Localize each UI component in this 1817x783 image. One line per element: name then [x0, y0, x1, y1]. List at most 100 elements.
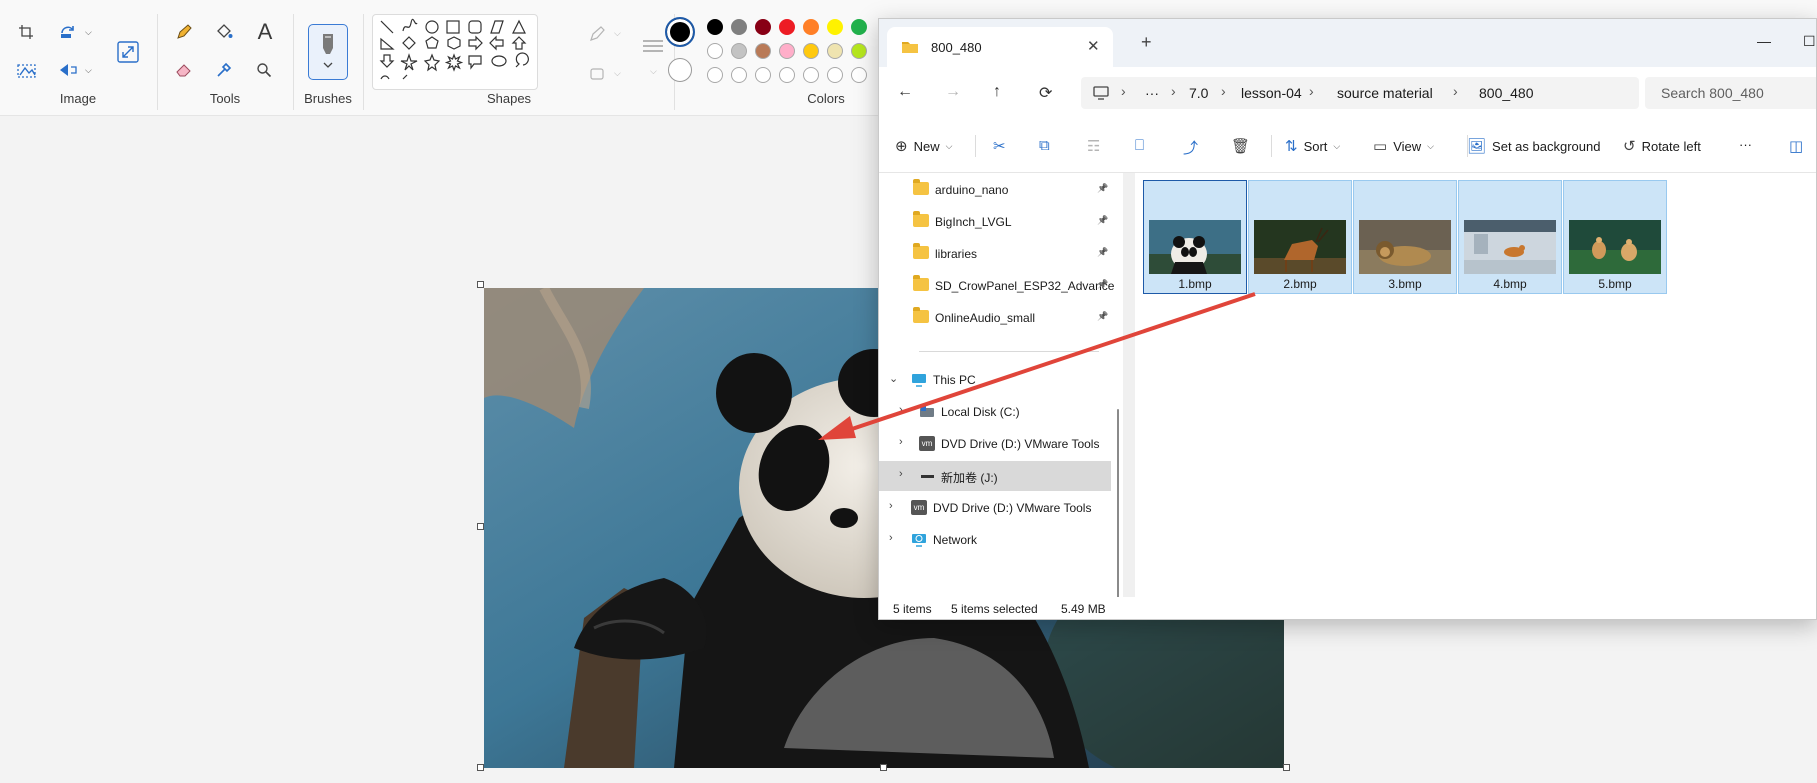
palette-color-swatch[interactable]	[851, 43, 867, 59]
shapes-gallery-icons[interactable]	[373, 15, 539, 91]
pin-icon[interactable]: 📌	[1097, 247, 1108, 258]
empty-color-swatch[interactable]	[779, 67, 795, 83]
palette-color-swatch[interactable]	[779, 43, 795, 59]
file-thumbnail[interactable]: 1.bmp	[1143, 180, 1247, 294]
pane-splitter[interactable]	[1123, 173, 1135, 597]
flip-icon[interactable]	[58, 60, 78, 80]
fill-dropdown-icon[interactable]: ⌵	[614, 68, 621, 79]
brushes-button[interactable]	[308, 24, 348, 80]
tree-item-dvd[interactable]: › vm DVD Drive (D:) VMware Tools	[879, 493, 1111, 523]
empty-color-swatch[interactable]	[851, 67, 867, 83]
rotate-left-button[interactable]: ↺ Rotate left	[1623, 137, 1701, 155]
resize-handle-bottom-left[interactable]	[477, 764, 484, 771]
back-icon[interactable]: ←	[897, 83, 913, 101]
search-input[interactable]: Search 800_480	[1645, 77, 1816, 109]
outline-dropdown-icon[interactable]: ⌵	[614, 28, 621, 39]
up-icon[interactable]: ↑	[993, 83, 1001, 101]
pin-icon[interactable]: 📌	[1097, 215, 1108, 226]
text-icon[interactable]: A	[254, 19, 276, 44]
magnifier-icon[interactable]	[254, 60, 274, 80]
address-bar[interactable]: › ··· › 7.0 › lesson-04 › source materia…	[1081, 77, 1639, 109]
view-button[interactable]: ▭ View ⌵	[1373, 137, 1434, 155]
palette-color-swatch[interactable]	[731, 19, 747, 35]
refresh-icon[interactable]: ⟳	[1039, 83, 1052, 103]
resize-icon[interactable]	[114, 38, 142, 66]
palette-color-swatch[interactable]	[803, 43, 819, 59]
file-thumbnail[interactable]: 3.bmp	[1353, 180, 1457, 294]
empty-color-swatch[interactable]	[803, 67, 819, 83]
palette-color-swatch[interactable]	[851, 19, 867, 35]
palette-color-swatch[interactable]	[707, 43, 723, 59]
palette-color-swatch[interactable]	[803, 19, 819, 35]
palette-color-swatch[interactable]	[827, 43, 843, 59]
delete-button[interactable]: 🗑	[1231, 137, 1250, 155]
fill-icon[interactable]	[214, 22, 234, 42]
palette-color-swatch[interactable]	[755, 19, 771, 35]
palette-color-swatch[interactable]	[827, 19, 843, 35]
flip-dropdown-icon[interactable]: ⌵	[85, 65, 92, 76]
set-as-background-button[interactable]: 🖼 Set as background	[1467, 137, 1600, 155]
palette-color-swatch[interactable]	[755, 43, 771, 59]
more-options-button[interactable]: ···	[1739, 137, 1752, 152]
nav-pane-scrollbar[interactable]	[1117, 409, 1119, 599]
outline-icon[interactable]	[588, 24, 608, 44]
breadcrumb-800-480[interactable]: 800_480	[1479, 85, 1534, 101]
close-tab-icon[interactable]: ✕	[1087, 37, 1100, 55]
fill-shape-icon[interactable]	[588, 64, 608, 84]
breadcrumb-more[interactable]: ···	[1145, 85, 1159, 101]
eraser-icon[interactable]	[174, 60, 194, 80]
secondary-color-swatch[interactable]	[668, 58, 692, 82]
quick-access-item[interactable]: OnlineAudio_small 📌	[879, 303, 1111, 333]
new-button[interactable]: ⊕ New ⌵	[895, 137, 952, 155]
file-thumbnail[interactable]: 4.bmp	[1458, 180, 1562, 294]
quick-access-item[interactable]: arduino_nano 📌	[879, 175, 1111, 205]
breadcrumb-lesson-04[interactable]: lesson-04	[1241, 85, 1302, 101]
quick-access-item[interactable]: BigInch_LVGL 📌	[879, 207, 1111, 237]
details-pane-button[interactable]: ◫	[1789, 137, 1803, 155]
select-icon[interactable]	[16, 60, 38, 82]
pin-icon[interactable]: 📌	[1097, 279, 1108, 290]
quick-access-item[interactable]: libraries 📌	[879, 239, 1111, 269]
pencil-icon[interactable]	[174, 22, 194, 42]
palette-color-swatch[interactable]	[707, 19, 723, 35]
rename-button[interactable]: ⎕	[1135, 137, 1144, 154]
tree-item-local-disk[interactable]: › Local Disk (C:)	[879, 397, 1111, 427]
size-icon[interactable]	[640, 36, 666, 58]
color-picker-icon[interactable]	[214, 60, 234, 80]
tree-item-dvd-nested[interactable]: › vm DVD Drive (D:) VMware Tools	[879, 429, 1111, 459]
forward-icon[interactable]: →	[945, 83, 961, 101]
palette-color-swatch[interactable]	[731, 43, 747, 59]
empty-color-swatch[interactable]	[827, 67, 843, 83]
maximize-icon[interactable]: ☐	[1803, 33, 1816, 50]
rotate-icon[interactable]	[58, 22, 78, 42]
tree-item-this-pc[interactable]: ⌄ This PC	[879, 365, 1111, 395]
resize-handle-top-left[interactable]	[477, 281, 484, 288]
sort-button[interactable]: ⇅ Sort ⌵	[1285, 137, 1340, 155]
cut-button[interactable]: ✂	[993, 137, 1006, 155]
explorer-tab[interactable]: 800_480 ✕	[887, 27, 1113, 67]
file-thumbnail[interactable]: 2.bmp	[1248, 180, 1352, 294]
quick-access-item[interactable]: SD_CrowPanel_ESP32_Advance 📌	[879, 271, 1114, 301]
share-button[interactable]: ⤴	[1183, 137, 1198, 158]
resize-handle-left[interactable]	[477, 523, 484, 530]
pin-icon[interactable]: 📌	[1097, 183, 1108, 194]
rotate-dropdown-icon[interactable]: ⌵	[85, 27, 92, 38]
size-dropdown-icon[interactable]: ⌵	[650, 66, 657, 77]
pin-icon[interactable]: 📌	[1097, 311, 1108, 322]
copy-button[interactable]: ⧉	[1039, 137, 1050, 154]
tree-item-new-volume[interactable]: › 新加卷 (J:)	[879, 461, 1111, 491]
new-tab-icon[interactable]: +	[1141, 32, 1152, 53]
resize-handle-bottom-right[interactable]	[1283, 764, 1290, 771]
file-thumbnail[interactable]: 5.bmp	[1563, 180, 1667, 294]
breadcrumb-source-material[interactable]: source material	[1337, 85, 1433, 101]
empty-color-swatch[interactable]	[707, 67, 723, 83]
empty-color-swatch[interactable]	[755, 67, 771, 83]
tree-item-network[interactable]: › Network	[879, 525, 1111, 555]
empty-color-swatch[interactable]	[731, 67, 747, 83]
breadcrumb-7-0[interactable]: 7.0	[1189, 85, 1208, 101]
crop-icon[interactable]	[16, 22, 36, 42]
palette-color-swatch[interactable]	[779, 19, 795, 35]
paste-button[interactable]: ☶	[1087, 137, 1100, 155]
minimize-icon[interactable]: —	[1757, 33, 1771, 49]
primary-color-swatch[interactable]	[665, 17, 695, 47]
